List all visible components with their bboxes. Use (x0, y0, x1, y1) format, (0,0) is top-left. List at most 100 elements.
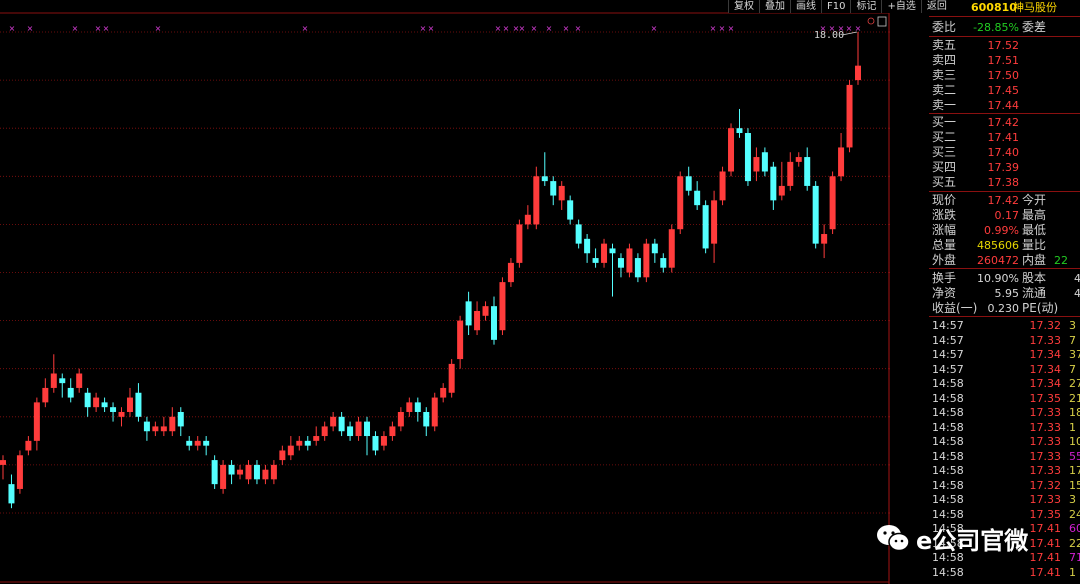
trade-row: 14:58 17.33 1 (929, 420, 1080, 435)
kline-chart-area[interactable]: 18.0017.0016.0015.0014.0013.0012.0011.00… (0, 0, 890, 584)
kline-chart[interactable]: 18.0017.0016.0015.0014.0013.0012.0011.00… (0, 0, 890, 584)
trade-volume: 60 (1069, 522, 1080, 535)
quote-value: 0.17 (994, 209, 1020, 222)
wechat-icon (877, 525, 910, 552)
candle-body-up (330, 416, 337, 427)
trade-row: 14:58 17.33 18 (929, 405, 1080, 420)
sell-order-row: 卖二 17.45 (929, 83, 1080, 98)
event-marker: × (420, 24, 427, 33)
event-marker: × (846, 24, 853, 33)
candle-body-down (617, 258, 624, 268)
candle-body-up (220, 464, 227, 489)
candle-body-up (287, 445, 294, 456)
buy-order-row: 买一 17.42 (929, 115, 1080, 130)
quote-row: 涨幅 0.99% 最低 (929, 223, 1080, 238)
overlay-button[interactable]: 叠加 (759, 0, 790, 13)
fundamental-value-2: 4 (1074, 287, 1080, 300)
candle-body-down (177, 411, 184, 427)
event-marker: × (855, 24, 862, 33)
fundamental-value: 10.90% (977, 272, 1019, 285)
candle-body-up (355, 421, 362, 437)
buy-order-label: 买一 (932, 115, 957, 129)
quote-label-2: 最低 (1022, 223, 1047, 237)
candle-body-up (643, 243, 650, 278)
candle-body-up (787, 161, 794, 186)
trade-time: 14:58 (932, 377, 964, 390)
order-ratio-value: -28.85% (973, 21, 1019, 34)
candle-body-down (414, 402, 421, 412)
trade-volume: 71 (1069, 551, 1080, 564)
watermark-text: e公司官微 (916, 526, 1029, 555)
trade-time: 14:58 (932, 449, 964, 463)
trade-price: 17.35 (1029, 391, 1062, 405)
trade-time: 14:58 (932, 464, 964, 477)
quote-row: 涨跌 0.17 最高 (929, 208, 1080, 223)
trade-volume: 27 (1069, 377, 1080, 390)
quote-row: 现价 17.42 今开 (929, 193, 1080, 208)
mark-button[interactable]: 标记 (850, 0, 882, 13)
sell-order-row: 卖四 17.51 (929, 53, 1080, 68)
candle-body-up (838, 147, 845, 177)
trade-time: 14:58 (932, 565, 964, 579)
candle-body-down (490, 306, 497, 340)
sell-order-label: 卖四 (932, 53, 957, 67)
buy-order-row: 买二 17.41 (929, 130, 1080, 145)
event-marker: × (575, 24, 582, 33)
trade-time: 14:58 (932, 493, 964, 506)
trade-row: 14:58 17.33 3 (929, 492, 1080, 507)
candle-body-up (431, 397, 438, 427)
chart-toolbar: 复权 叠加 画线 F10 标记 +自选 返回 (728, 0, 952, 13)
buy-order-row: 买四 17.39 (929, 160, 1080, 175)
candle-body-down (660, 258, 667, 268)
high-marker-label: 18.00 (814, 30, 844, 41)
candle-body-down (203, 440, 210, 446)
fuquan-button[interactable]: 复权 (728, 0, 759, 13)
stock-header: 600810 神马股份 (929, 0, 1080, 17)
candle-body-up (237, 469, 244, 475)
candle-body-up (160, 426, 167, 432)
draw-line-button[interactable]: 画线 (790, 0, 821, 13)
trade-row: 14:57 17.33 7 (929, 333, 1080, 348)
buy-order-price: 17.38 (987, 176, 1020, 189)
add-watchlist-button[interactable]: +自选 (881, 0, 921, 13)
trade-row: 14:58 17.33 10 (929, 434, 1080, 449)
candle-body-up (474, 310, 481, 331)
candle-body-up (296, 440, 303, 446)
candle-body-up (829, 176, 836, 230)
candle-body-up (126, 397, 133, 412)
candle-body-down (685, 176, 692, 191)
event-marker: × (302, 24, 309, 33)
candle-body-down (347, 426, 354, 437)
sell-order-row: 卖五 17.52 (929, 38, 1080, 53)
event-marker: × (546, 24, 553, 33)
candle-body-up (118, 411, 125, 417)
candle-body-down (143, 421, 150, 432)
sell-order-price: 17.44 (987, 99, 1020, 112)
candle-body-up (516, 224, 523, 263)
event-marker: × (719, 24, 726, 33)
event-marker: × (503, 24, 510, 33)
candle-body-down (575, 224, 582, 244)
stock-code: 600810 (971, 1, 1017, 14)
trade-row: 14:58 17.33 17 (929, 463, 1080, 478)
trade-price: 17.34 (1029, 348, 1062, 361)
candle-body-down (186, 440, 193, 446)
trade-volume: 10 (1069, 435, 1080, 448)
candle-body-up (397, 411, 404, 427)
trade-row: 14:58 17.33 55 (929, 449, 1080, 464)
candle-body-down (211, 460, 218, 485)
trade-row: 14:58 17.32 15 (929, 478, 1080, 493)
buy-order-price: 17.39 (987, 161, 1020, 174)
trade-price: 17.33 (1029, 435, 1062, 448)
trade-price: 17.41 (1029, 565, 1062, 579)
candle-body-down (110, 407, 117, 412)
candle-body-up (846, 84, 853, 148)
trade-volume: 7 (1069, 362, 1076, 376)
candle-body-down (101, 402, 108, 408)
event-marker: × (651, 24, 658, 33)
quote-row: 外盘 260472 内盘 22 (929, 253, 1080, 268)
candle-body-down (541, 176, 548, 182)
sell-order-price: 17.52 (987, 39, 1020, 52)
f10-button[interactable]: F10 (821, 0, 851, 13)
quote-value: 485606 (977, 239, 1019, 252)
